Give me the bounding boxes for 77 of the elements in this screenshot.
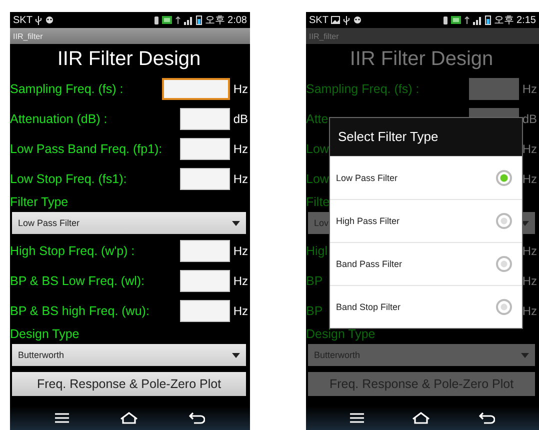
clock-time: 오후 2:08 — [204, 14, 247, 27]
home-icon[interactable] — [120, 412, 138, 424]
sd-card-icon — [450, 16, 461, 24]
battery-icon — [196, 15, 202, 25]
battery-icon — [484, 15, 491, 25]
field-label: Atte — [306, 112, 328, 126]
section-label: Filter Type — [10, 194, 70, 210]
option-label: Band Stop Filter — [336, 302, 401, 312]
signal-icon — [184, 16, 193, 24]
unit-label: Hz — [521, 142, 537, 156]
unit-label: Hz — [521, 82, 537, 96]
plot-button[interactable]: Freq. Response & Pole-Zero Plot — [12, 372, 246, 396]
input-field[interactable] — [469, 78, 519, 100]
app-title: IIR_filter — [13, 32, 43, 40]
field-label: Sampling Freq. (fs) : — [10, 82, 124, 96]
option-label: Low Pass Filter — [336, 173, 398, 183]
option-item[interactable]: Band Stop Filter — [330, 285, 522, 328]
section-label: Design Type — [306, 326, 376, 342]
unit-label: dB — [232, 112, 248, 126]
screen-heading: IIR Filter Design — [56, 47, 202, 72]
field-label: Sampling Freq. (fs) : — [306, 82, 420, 96]
unit-label: Hz — [232, 172, 248, 186]
field-label: Low — [306, 142, 329, 156]
field-label: Attenuation (dB) : — [10, 112, 108, 126]
field-label: BP — [306, 304, 323, 318]
section-label: Filte — [306, 194, 331, 210]
back-icon[interactable] — [188, 412, 205, 424]
unit-label: Hz — [232, 274, 248, 288]
unit-label: Hz — [232, 142, 248, 156]
field-label: Low Stop Freq. (fs1): — [10, 172, 127, 186]
carrier-label: SKT — [13, 14, 32, 26]
field-label: Higl — [306, 244, 328, 258]
unit-label: dB — [521, 112, 537, 126]
unit-label: Hz — [232, 82, 248, 96]
caret-icon — [521, 352, 529, 358]
usb-icon — [343, 16, 350, 24]
radio-button[interactable] — [496, 170, 512, 186]
input-field[interactable] — [162, 78, 230, 100]
radio-button[interactable] — [496, 256, 512, 272]
option-label: High Pass Filter — [336, 216, 400, 226]
option-item[interactable]: Low Pass Filter — [330, 156, 522, 199]
option-item[interactable]: High Pass Filter — [330, 199, 522, 242]
usb-icon — [35, 16, 42, 24]
carrier-label: SKT — [309, 14, 328, 26]
option-item[interactable]: Band Pass Filter — [330, 242, 522, 285]
sd-card-icon — [162, 16, 172, 24]
caret-icon — [232, 352, 240, 358]
unit-label: Hz — [521, 274, 537, 288]
vibrate-icon — [154, 16, 159, 24]
menu-icon[interactable] — [55, 413, 70, 423]
radio-button[interactable] — [496, 213, 512, 229]
app-title: IIR_filter — [309, 32, 339, 40]
clock-time: 오후 2:15 — [494, 14, 536, 27]
screen-heading: IIR Filter Design — [348, 47, 494, 72]
vibrate-icon — [442, 16, 448, 24]
unit-label: Hz — [232, 244, 248, 258]
dialog-title: Select Filter Type — [330, 118, 522, 156]
field-label: Low — [306, 172, 329, 186]
unit-label: Hz — [521, 172, 537, 186]
field-label: BP & BS high Freq. (wu): — [10, 304, 150, 318]
field-label: Low Pass Band Freq. (fp1): — [10, 142, 162, 156]
field-label: BP — [306, 274, 323, 288]
field-label: BP & BS Low Freq. (wl): — [10, 274, 145, 288]
unit-label: Hz — [521, 244, 537, 258]
unit-label: Hz — [232, 304, 248, 318]
unit-label: Hz — [521, 304, 537, 318]
radio-button[interactable] — [496, 299, 512, 315]
home-icon[interactable] — [412, 412, 430, 424]
dropdown[interactable]: Butterworth — [12, 344, 246, 366]
option-label: Band Pass Filter — [336, 259, 402, 269]
field-label: High Stop Freq. (w'p) : — [10, 244, 135, 258]
menu-icon[interactable] — [350, 413, 364, 423]
caret-icon — [232, 220, 240, 226]
dropdown[interactable]: Low Pass Filter — [12, 212, 246, 234]
signal-icon — [472, 16, 482, 24]
section-label: Design Type — [10, 326, 80, 342]
back-icon[interactable] — [478, 412, 495, 424]
